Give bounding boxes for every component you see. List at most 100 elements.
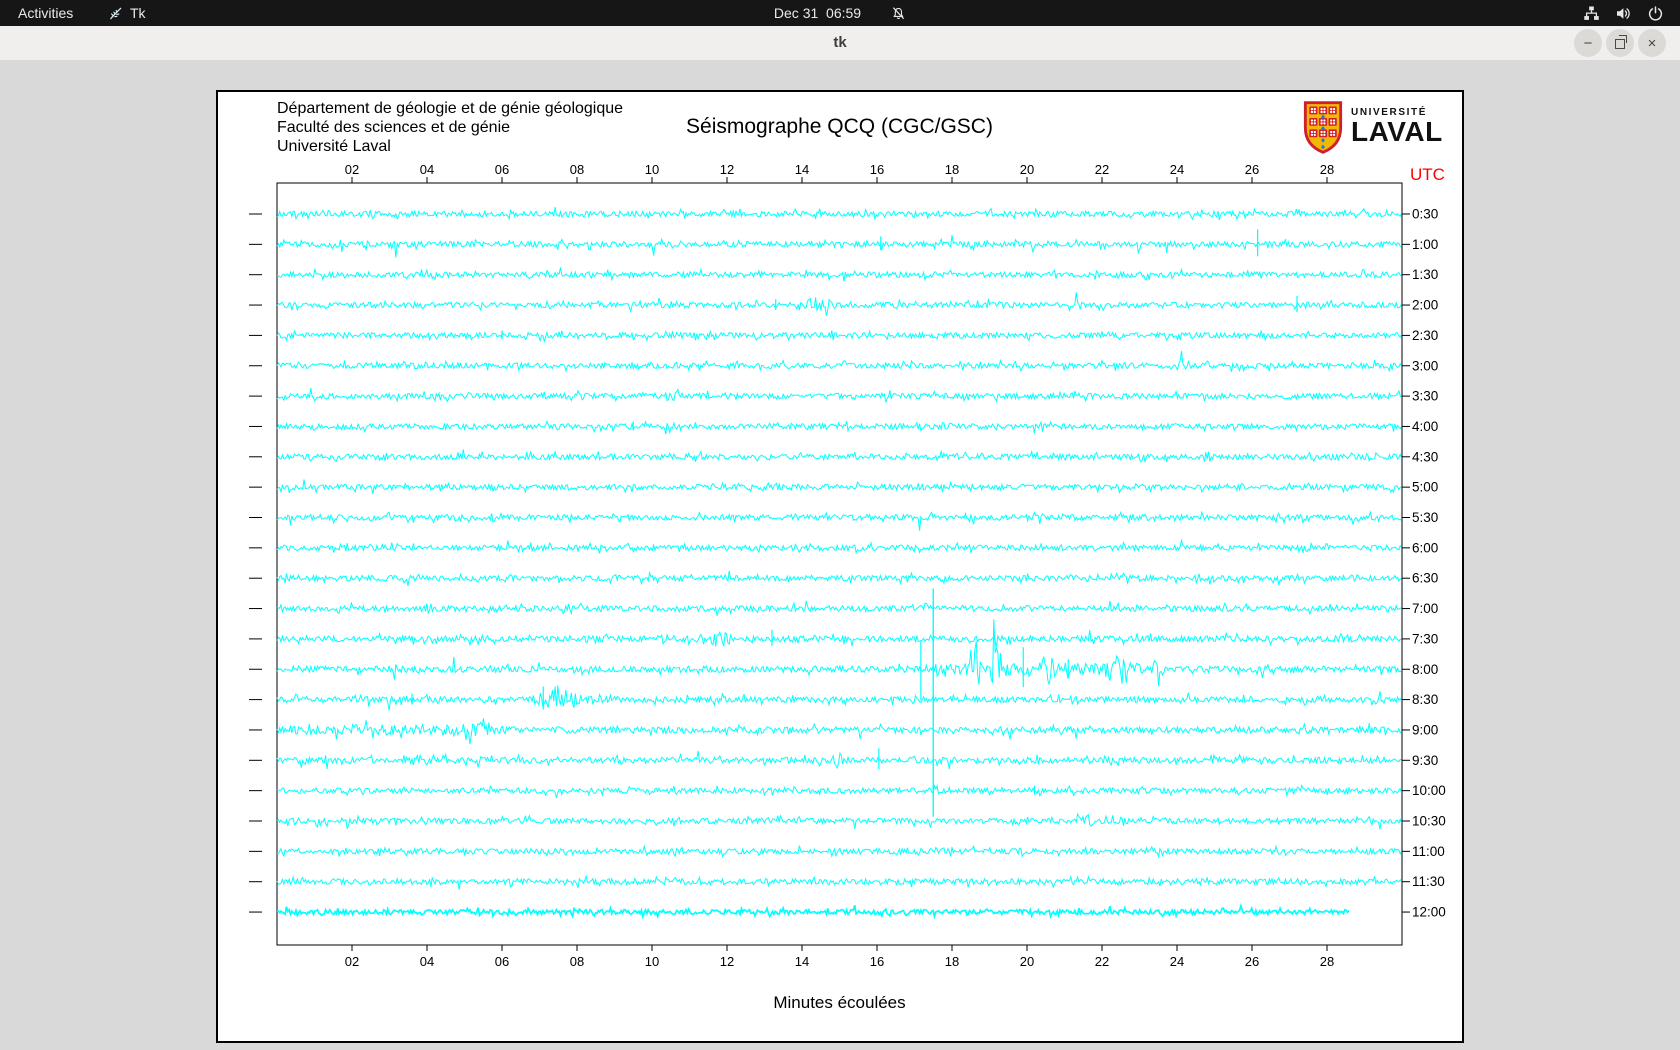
- svg-text:24: 24: [1170, 954, 1184, 969]
- trace-row-1:00: [276, 235, 1402, 258]
- app-indicator-label: Tk: [130, 5, 146, 21]
- trace-row-11:00: [276, 844, 1403, 859]
- row-label: 2:00: [1412, 298, 1438, 313]
- x-axis: 02 02 04 04 06 06 08 08 10 10 12 12 14 14 16 16 18 18 20 20…: [345, 162, 1334, 969]
- row-label: 9:00: [1412, 722, 1438, 737]
- row-label: 1:00: [1412, 237, 1438, 252]
- row-label: 0:30: [1412, 207, 1438, 222]
- app-indicator[interactable]: Tk: [108, 0, 146, 26]
- row-label: 8:00: [1412, 662, 1438, 677]
- trace-row-2:30: [276, 329, 1403, 344]
- row-label: 1:30: [1412, 267, 1438, 282]
- system-status-area[interactable]: [1583, 0, 1664, 26]
- trace-row-10:30: [276, 812, 1403, 830]
- row-label: 2:30: [1412, 328, 1438, 343]
- row-label: 5:00: [1412, 480, 1438, 495]
- trace-row-7:30: [276, 629, 1402, 648]
- svg-text:02: 02: [345, 954, 359, 969]
- svg-text:20: 20: [1020, 954, 1034, 969]
- gnome-top-bar: Activities Tk Dec 31 06:59: [0, 0, 1680, 26]
- trace-row-5:00: [276, 479, 1402, 495]
- tk-feather-icon: [110, 7, 122, 19]
- trace-row-8:00: [276, 619, 1402, 687]
- activities-button[interactable]: Activities: [18, 0, 73, 26]
- svg-text:08: 08: [570, 954, 584, 969]
- svg-text:12: 12: [720, 162, 734, 177]
- row-label: 10:00: [1412, 783, 1446, 798]
- network-icon: [1584, 5, 1599, 20]
- trace-row-1:30: [276, 267, 1402, 282]
- trace-row-8:30: [276, 685, 1403, 711]
- clock-area[interactable]: Dec 31 06:59: [774, 0, 906, 26]
- trace-rows: 0:30 1:00 1:30 2:00 2:30 3:00 3:30 4:00 4:30 5:00…: [249, 207, 1446, 920]
- close-icon: ×: [1647, 34, 1657, 52]
- row-label: 4:30: [1412, 449, 1438, 464]
- trace-row-12:00: [276, 902, 1350, 920]
- seismograph-panel: Département de géologie et de génie géol…: [216, 90, 1464, 1043]
- trace-row-10:00: [276, 783, 1403, 799]
- window-title-bar[interactable]: tk − ×: [0, 26, 1680, 61]
- minimize-button[interactable]: −: [1574, 29, 1602, 57]
- window-controls: − ×: [1574, 29, 1666, 57]
- window-title: tk: [833, 34, 847, 51]
- svg-text:18: 18: [945, 954, 959, 969]
- svg-text:04: 04: [420, 954, 434, 969]
- restore-button[interactable]: [1606, 29, 1634, 57]
- svg-text:22: 22: [1095, 162, 1109, 177]
- svg-text:04: 04: [420, 162, 434, 177]
- row-label: 8:30: [1412, 692, 1438, 707]
- row-label: 11:00: [1412, 844, 1445, 859]
- svg-text:10: 10: [645, 954, 659, 969]
- svg-text:24: 24: [1170, 162, 1184, 177]
- svg-text:16: 16: [870, 954, 884, 969]
- svg-text:02: 02: [345, 162, 359, 177]
- trace-row-2:00: [276, 292, 1403, 316]
- trace-row-4:00: [276, 420, 1403, 435]
- volume-icon: [1617, 7, 1630, 19]
- trace-row-3:00: [276, 351, 1403, 373]
- row-label: 7:30: [1412, 631, 1438, 646]
- close-button[interactable]: ×: [1638, 29, 1666, 57]
- power-icon: [1648, 5, 1663, 21]
- row-label: 10:30: [1412, 814, 1446, 829]
- row-label: 6:30: [1412, 571, 1438, 586]
- row-label: 7:00: [1412, 601, 1438, 616]
- svg-text:20: 20: [1020, 162, 1034, 177]
- svg-text:28: 28: [1320, 954, 1334, 969]
- svg-text:14: 14: [795, 954, 809, 969]
- svg-text:12: 12: [720, 954, 734, 969]
- trace-row-6:30: [276, 570, 1402, 587]
- trace-row-11:30: [276, 874, 1402, 890]
- svg-text:26: 26: [1245, 954, 1259, 969]
- trace-row-5:30: [276, 510, 1402, 531]
- trace-row-9:00: [276, 718, 1402, 745]
- plot-frame: [276, 182, 1403, 946]
- utc-label: UTC: [1410, 165, 1445, 184]
- trace-row-7:00: [276, 600, 1402, 617]
- row-label: 12:00: [1412, 905, 1446, 920]
- trace-row-4:30: [276, 449, 1403, 463]
- restore-icon: [1615, 35, 1627, 49]
- row-label: 9:30: [1412, 753, 1438, 768]
- clock-label: Dec 31 06:59: [773, 5, 862, 21]
- x-axis-label: Minutes écoulées: [773, 993, 905, 1012]
- row-label: 6:00: [1412, 540, 1438, 555]
- tk-window-body: Département de géologie et de génie géol…: [0, 60, 1680, 1050]
- svg-text:22: 22: [1095, 954, 1109, 969]
- svg-text:28: 28: [1320, 162, 1334, 177]
- row-label: 11:30: [1412, 874, 1445, 889]
- trace-row-9:30: [276, 750, 1402, 770]
- svg-text:18: 18: [945, 162, 959, 177]
- row-label: 3:00: [1412, 358, 1438, 373]
- svg-text:10: 10: [645, 162, 659, 177]
- trace-row-6:00: [276, 538, 1402, 555]
- trace-row-3:30: [276, 387, 1403, 403]
- svg-text:26: 26: [1245, 162, 1259, 177]
- svg-text:06: 06: [495, 954, 509, 969]
- svg-text:06: 06: [495, 162, 509, 177]
- row-label: 3:30: [1412, 389, 1438, 404]
- seismogram-canvas: 02 02 04 04 06 06 08 08 10 10 12 12 14 14 16 16 18 18 20 20…: [249, 162, 1446, 1012]
- row-label: 4:00: [1412, 419, 1438, 434]
- row-label: 5:30: [1412, 510, 1438, 525]
- notifications-disabled-icon: [891, 6, 906, 21]
